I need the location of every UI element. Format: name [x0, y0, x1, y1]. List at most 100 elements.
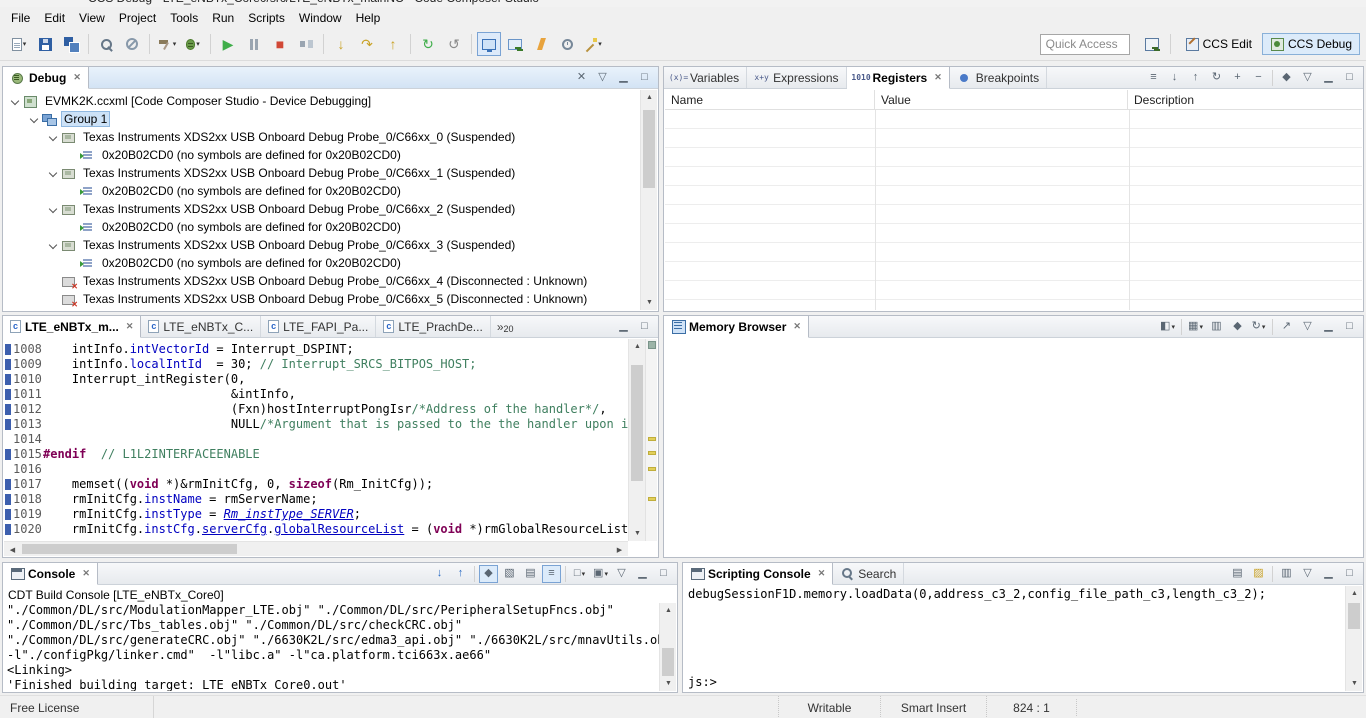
- tab-expressions[interactable]: x+y Expressions: [747, 67, 847, 88]
- save-session-button[interactable]: ▥: [1277, 565, 1296, 583]
- collapse-arrow-icon[interactable]: [27, 112, 42, 127]
- memory-settings-button[interactable]: ◧ ▾: [1158, 318, 1177, 336]
- editor-tab-overflow[interactable]: » 20: [491, 316, 520, 337]
- load-memory-button[interactable]: ▦ ▾: [1186, 318, 1205, 336]
- refresh-button[interactable]: ↻ ▾: [1249, 318, 1268, 336]
- close-icon[interactable]: ✕: [82, 568, 90, 579]
- tab-lte-prachde[interactable]: LTE_PrachDe...: [376, 316, 491, 337]
- pin-button[interactable]: ◆: [1277, 69, 1296, 87]
- tab-search[interactable]: Search: [833, 563, 905, 584]
- scrollbar-thumb[interactable]: [1348, 603, 1360, 629]
- minimize-button[interactable]: ▁: [1319, 565, 1338, 583]
- scroll-left-icon[interactable]: ◀: [4, 542, 21, 557]
- show-next-console-button[interactable]: ↓: [430, 565, 449, 583]
- collapse-arrow-icon[interactable]: [46, 130, 61, 145]
- tab-breakpoints[interactable]: Breakpoints: [950, 67, 1048, 88]
- tab-console[interactable]: Console ✕: [3, 563, 98, 585]
- search-button[interactable]: [94, 32, 118, 56]
- debug-button[interactable]: ▾: [181, 32, 205, 56]
- close-icon[interactable]: ✕: [73, 72, 81, 83]
- minimize-button[interactable]: ▁: [614, 69, 633, 87]
- menu-tools[interactable]: Tools: [163, 8, 205, 28]
- tab-scripting-console[interactable]: Scripting Console ✕: [683, 563, 834, 585]
- column-description[interactable]: Description: [1128, 90, 1362, 109]
- restart-button[interactable]: ↻: [416, 32, 440, 56]
- add-register-group-button[interactable]: +: [1228, 69, 1247, 87]
- debug-tree-row[interactable]: 0x20B02CD0 (no symbols are defined for 0…: [4, 146, 640, 164]
- scroll-up-icon[interactable]: ▲: [660, 603, 677, 618]
- close-icon[interactable]: ✕: [793, 321, 801, 332]
- registers-table[interactable]: [665, 110, 1362, 310]
- pin-console-button[interactable]: ◆: [479, 564, 498, 583]
- perspective-ccs-debug[interactable]: CCS Debug: [1261, 33, 1360, 55]
- import-button[interactable]: ↓: [1165, 69, 1184, 87]
- overview-ruler[interactable]: [645, 339, 657, 541]
- new-target-configuration-button[interactable]: [503, 32, 527, 56]
- menu-view[interactable]: View: [72, 8, 112, 28]
- editor-content[interactable]: 1008 intInfo.intVectorId = Interrupt_DSP…: [4, 339, 628, 541]
- debug-tree-row[interactable]: Group 1: [4, 110, 640, 128]
- word-wrap-button[interactable]: ≡: [542, 564, 561, 583]
- scroll-down-icon[interactable]: ▼: [1346, 676, 1363, 691]
- flash-button[interactable]: [529, 32, 553, 56]
- occurrence-mark[interactable]: [648, 497, 656, 501]
- refresh-button[interactable]: ↺: [442, 32, 466, 56]
- show-type-names-button[interactable]: ≡: [1144, 69, 1163, 87]
- debug-tree-row[interactable]: 0x20B02CD0 (no symbols are defined for 0…: [4, 218, 640, 236]
- pin-memory-button[interactable]: ◆: [1228, 318, 1247, 336]
- tab-lte-enbtx-c[interactable]: LTE_eNBTx_C...: [141, 316, 262, 337]
- skip-all-breakpoints-button[interactable]: [120, 32, 144, 56]
- scrollbar-thumb[interactable]: [631, 365, 643, 481]
- open-command-file-button[interactable]: ▨: [1249, 565, 1268, 583]
- save-memory-button[interactable]: ▥: [1207, 318, 1226, 336]
- show-previous-console-button[interactable]: ↑: [451, 565, 470, 583]
- tab-memory-browser[interactable]: Memory Browser ✕: [664, 316, 809, 338]
- terminate-button[interactable]: ■: [268, 32, 292, 56]
- export-memory-button[interactable]: ↗: [1277, 318, 1296, 336]
- scripts-wand-button[interactable]: ▾: [581, 32, 605, 56]
- menu-scripts[interactable]: Scripts: [241, 8, 292, 28]
- maximize-button[interactable]: □: [1340, 565, 1359, 583]
- save-all-button[interactable]: [59, 32, 83, 56]
- disconnect-button[interactable]: [294, 32, 318, 56]
- maximize-button[interactable]: □: [1340, 69, 1359, 87]
- maximize-button[interactable]: □: [654, 565, 673, 583]
- debug-tree-row[interactable]: Texas Instruments XDS2xx USB Onboard Deb…: [4, 164, 640, 182]
- open-perspective-button[interactable]: [1141, 32, 1165, 56]
- view-menu-button[interactable]: ▽: [1298, 69, 1317, 87]
- scroll-up-icon[interactable]: ▲: [629, 339, 646, 354]
- menu-edit[interactable]: Edit: [37, 8, 72, 28]
- column-value[interactable]: Value: [875, 90, 1128, 109]
- tab-lte-fapi-pa[interactable]: LTE_FAPI_Pa...: [261, 316, 377, 337]
- scroll-down-icon[interactable]: ▼: [660, 676, 677, 691]
- editor-hscrollbar[interactable]: ◀ ▶: [4, 541, 628, 556]
- quick-access-input[interactable]: [1039, 33, 1130, 55]
- maximize-button[interactable]: □: [635, 69, 654, 87]
- close-icon[interactable]: ✕: [126, 321, 134, 332]
- menu-window[interactable]: Window: [292, 8, 349, 28]
- export-session-button[interactable]: ▤: [1228, 565, 1247, 583]
- menu-help[interactable]: Help: [349, 8, 388, 28]
- view-menu-button[interactable]: ▽: [1298, 565, 1317, 583]
- clear-console-button[interactable]: ▧: [500, 565, 519, 583]
- tab-lte-enbtx-m[interactable]: LTE_eNBTx_m... ✕: [3, 316, 142, 338]
- occurrence-mark[interactable]: [648, 467, 656, 471]
- remove-all-terminated-button[interactable]: ✕: [572, 69, 591, 87]
- view-menu-button[interactable]: ▽: [593, 69, 612, 87]
- collapse-arrow-icon[interactable]: [46, 238, 61, 253]
- build-button[interactable]: ▾: [155, 32, 179, 56]
- scroll-lock-button[interactable]: ▤: [521, 565, 540, 583]
- scrollbar-thumb[interactable]: [662, 648, 674, 676]
- scripting-console-output[interactable]: debugSessionF1D.memory.loadData(0,addres…: [684, 586, 1345, 691]
- collapse-arrow-icon[interactable]: [46, 166, 61, 181]
- debug-tree-row[interactable]: Texas Instruments XDS2xx USB Onboard Deb…: [4, 236, 640, 254]
- view-menu-button[interactable]: ▽: [612, 565, 631, 583]
- column-name[interactable]: Name: [665, 90, 875, 109]
- minimize-button[interactable]: ▁: [633, 565, 652, 583]
- menu-project[interactable]: Project: [112, 8, 163, 28]
- perspective-ccs-edit[interactable]: CCS Edit: [1177, 33, 1260, 55]
- minimize-button[interactable]: ▁: [1319, 69, 1338, 87]
- debug-scrollbar[interactable]: ▲ ▼: [640, 90, 657, 310]
- debug-tree-row[interactable]: 0x20B02CD0 (no symbols are defined for 0…: [4, 182, 640, 200]
- scripting-scrollbar[interactable]: ▲ ▼: [1345, 586, 1362, 691]
